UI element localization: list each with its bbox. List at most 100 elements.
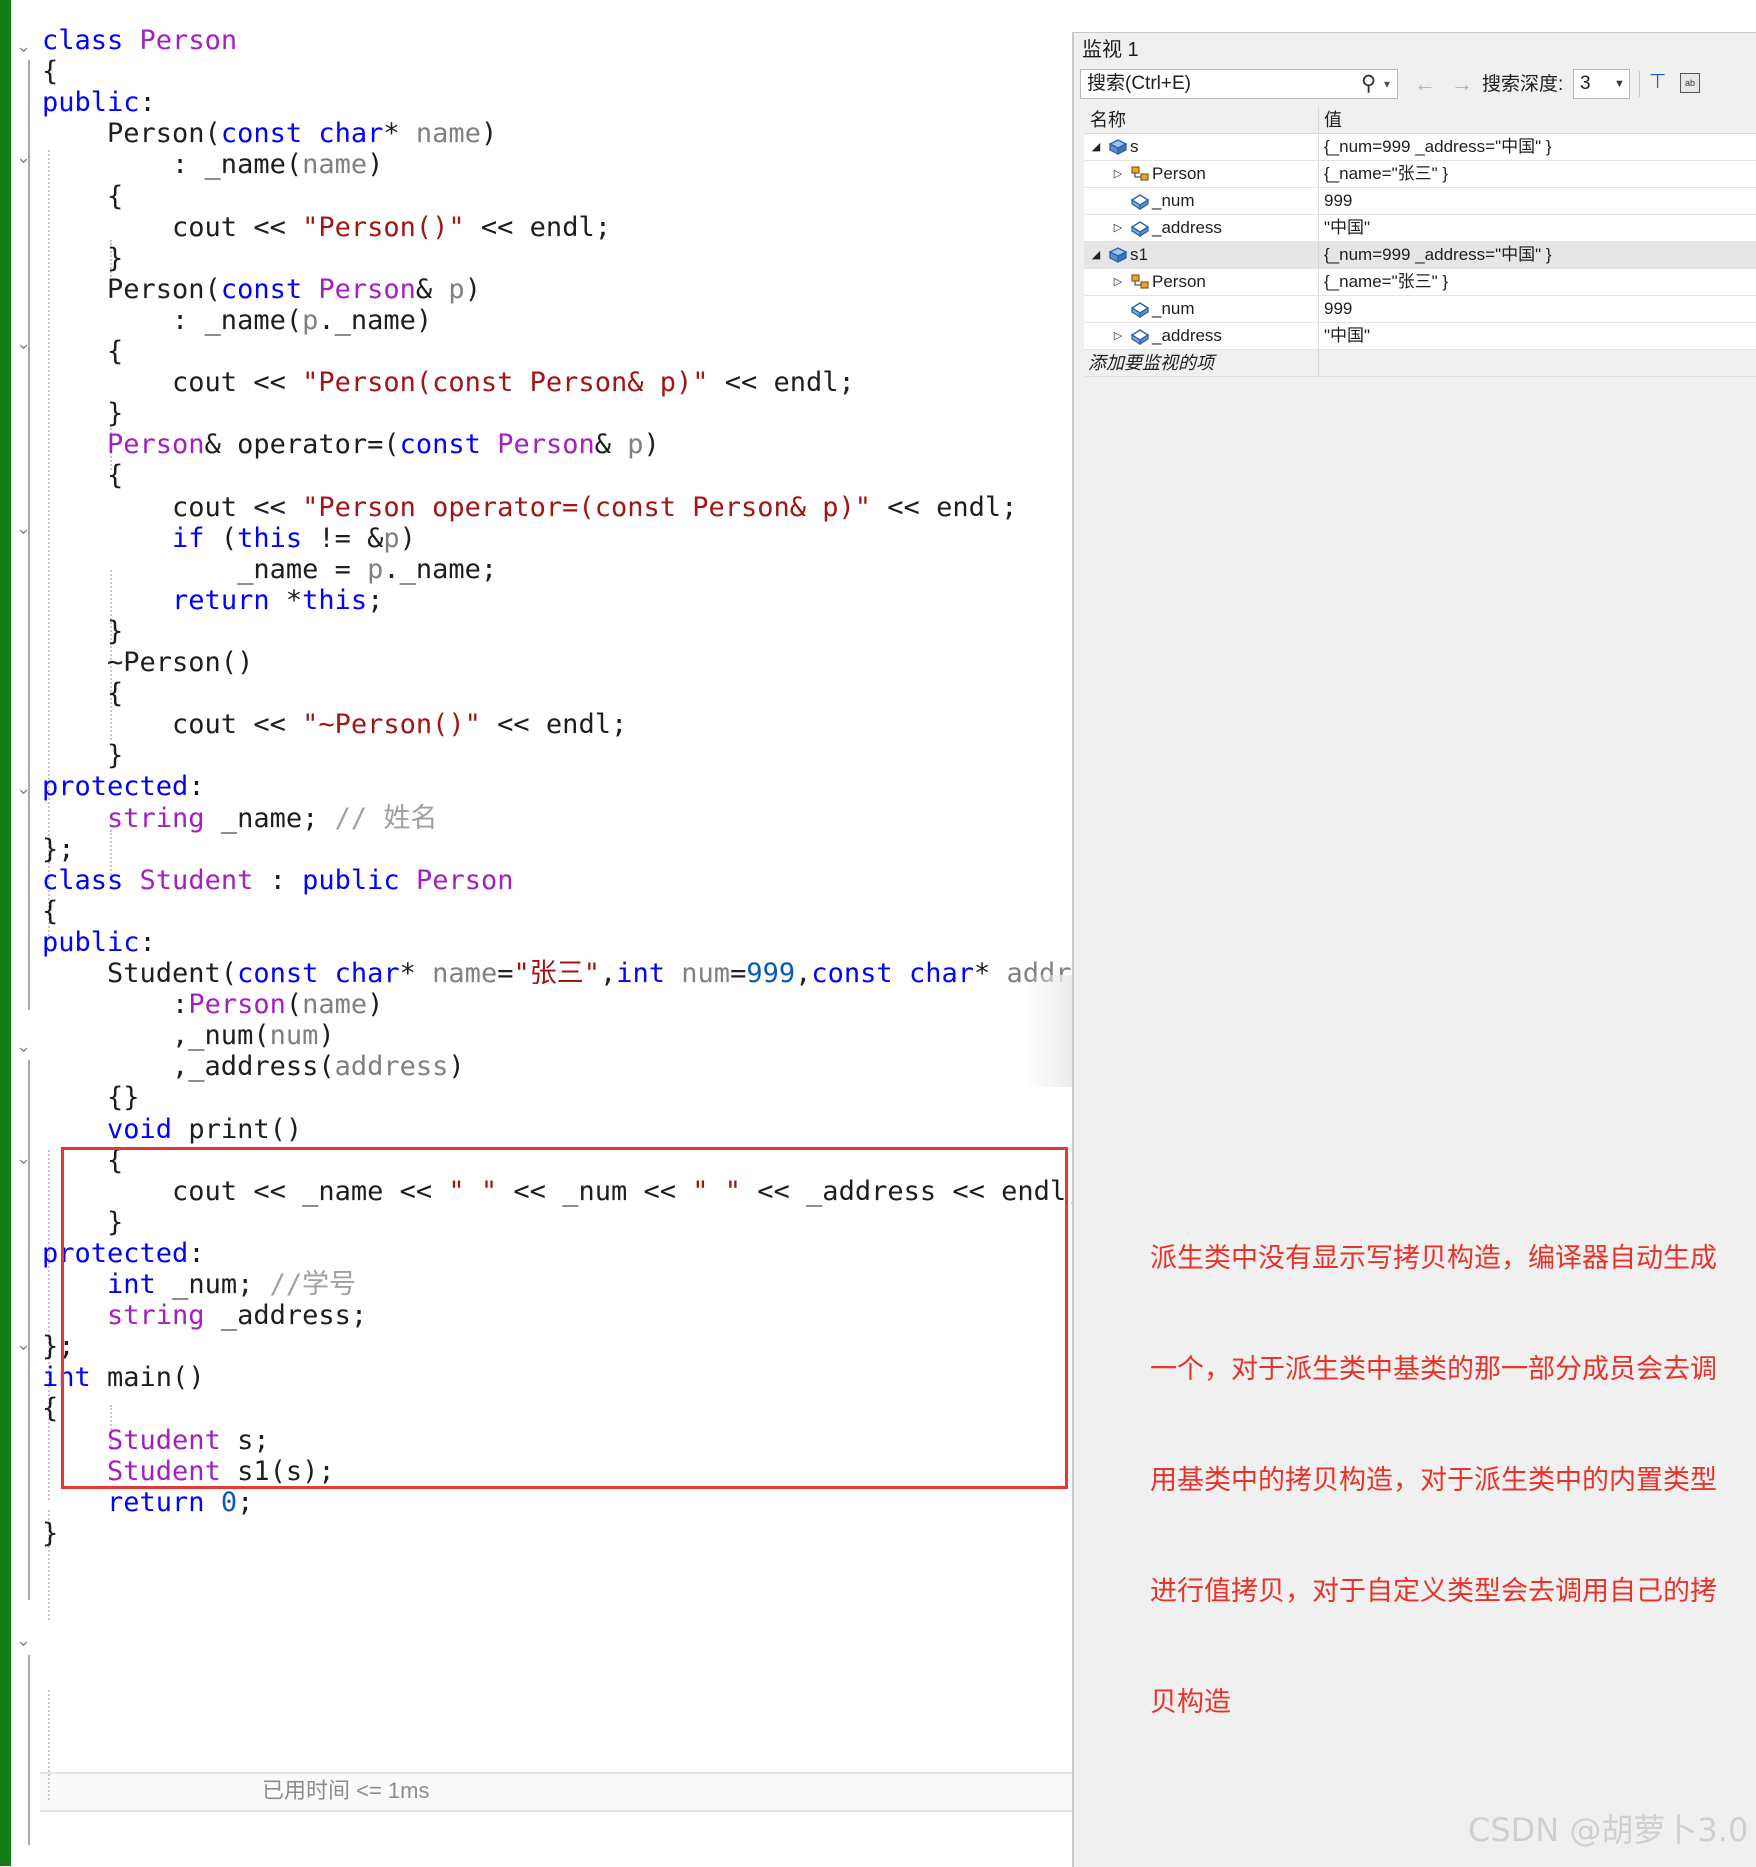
code-editor[interactable]: ⌄ ⌄ ⌄ ⌄ ⌄ ⌄ ⌄ ⌄ ⌄ class Person{public: P… xyxy=(0,0,1072,1866)
code-token: ) xyxy=(399,522,416,554)
watch-row[interactable]: ▷ _address "中国" xyxy=(1084,215,1756,242)
watch-variable-name[interactable]: _address xyxy=(1152,215,1222,241)
code-token: Person xyxy=(139,25,238,56)
column-separator xyxy=(1318,215,1319,241)
chevron-down-icon: ▼ xyxy=(1614,78,1625,90)
code-token: Student( xyxy=(42,958,238,989)
arrow-left-icon[interactable]: ← xyxy=(1414,69,1436,99)
watch-row[interactable]: ▷ Person {_name="张三" } xyxy=(1084,161,1756,188)
watch-row[interactable]: ◢ s {_num=999 _address="中国" } xyxy=(1084,134,1756,161)
code-line[interactable]: cout << "~Person()" << endl; xyxy=(42,706,627,743)
add-watch-item-text[interactable]: 添加要监视的项 xyxy=(1088,350,1214,376)
code-line[interactable]: string _name; // 姓名 xyxy=(42,800,437,837)
fold-chevron-icon[interactable]: ⌄ xyxy=(16,38,34,56)
expand-arrow-icon[interactable]: ◢ xyxy=(1090,134,1102,160)
watch-variable-value[interactable]: {_num=999 _address="中国" } xyxy=(1324,134,1552,160)
search-icon[interactable]: ⚲ xyxy=(1361,71,1376,97)
expand-arrow-icon[interactable]: ▷ xyxy=(1112,161,1124,187)
code-token: name xyxy=(302,989,368,1021)
column-header-name[interactable]: 名称 xyxy=(1090,107,1126,133)
code-token: << endl; xyxy=(708,367,855,399)
fold-chevron-icon[interactable]: ⌄ xyxy=(16,149,34,167)
watch-variable-name[interactable]: s1 xyxy=(1130,242,1148,268)
watch-row[interactable]: ▷ _address "中国" xyxy=(1084,323,1756,350)
code-token: } xyxy=(42,1517,59,1549)
fold-chevron-icon[interactable]: ⌄ xyxy=(16,1038,34,1056)
column-separator[interactable] xyxy=(1318,107,1319,133)
annotation-line: 贝构造 xyxy=(1150,1687,1231,1718)
code-token: : _name( xyxy=(42,304,303,336)
code-line[interactable]: class Student : public Person xyxy=(42,862,513,899)
fold-chevron-icon[interactable]: ⌄ xyxy=(16,780,34,798)
code-token: 999 xyxy=(746,958,796,989)
base-class-icon xyxy=(1130,164,1150,184)
column-header-value[interactable]: 值 xyxy=(1324,107,1342,133)
code-token: : xyxy=(253,864,303,896)
watch-variable-value[interactable]: {_num=999 _address="中国" } xyxy=(1324,242,1552,268)
fold-chevron-icon[interactable]: ⌄ xyxy=(16,1632,34,1650)
watch-search-box[interactable]: ⚲ ▾ xyxy=(1080,69,1398,99)
code-line[interactable]: } xyxy=(42,1515,58,1552)
column-separator xyxy=(1318,242,1319,268)
watch-variable-name[interactable]: _num xyxy=(1152,296,1195,322)
code-token: return xyxy=(172,584,270,616)
watch-row[interactable]: _num 999 xyxy=(1084,296,1756,323)
code-line[interactable]: cout << "Person()" << endl; xyxy=(42,209,611,246)
expand-arrow-icon[interactable]: ▷ xyxy=(1112,323,1124,349)
code-line[interactable]: cout << "Person(const Person& p)" << end… xyxy=(42,364,855,401)
search-depth-select[interactable]: 3 ▼ xyxy=(1573,69,1630,99)
arrow-right-icon[interactable]: → xyxy=(1451,69,1473,99)
code-token: _name = xyxy=(42,553,368,585)
code-line[interactable]: class Person xyxy=(42,22,237,59)
fold-chevron-icon[interactable]: ⌄ xyxy=(16,520,34,538)
expand-arrow-icon[interactable]: ◢ xyxy=(1090,242,1102,268)
watch-variable-value[interactable]: "中国" xyxy=(1324,215,1370,241)
watch-variable-name[interactable]: _num xyxy=(1152,188,1195,214)
watch-search-input[interactable] xyxy=(1081,70,1357,98)
watch-variable-value[interactable]: "中国" xyxy=(1324,323,1370,349)
watch-variable-name[interactable]: _address xyxy=(1152,323,1222,349)
code-token: ) xyxy=(367,989,384,1021)
watch-variable-value[interactable]: {_name="张三" } xyxy=(1324,161,1448,187)
add-watch-row[interactable]: 添加要监视的项 xyxy=(1084,350,1756,377)
code-token: } xyxy=(42,740,124,772)
code-token: ) xyxy=(367,149,384,181)
pin-icon[interactable]: ⊤ xyxy=(1649,67,1666,97)
watch-variable-name[interactable]: Person xyxy=(1152,269,1206,295)
chevron-down-icon[interactable]: ▾ xyxy=(1384,74,1390,94)
code-token: != & xyxy=(302,522,384,554)
hex-display-icon[interactable]: ab xyxy=(1680,73,1700,93)
fold-chevron-icon[interactable]: ⌄ xyxy=(16,1336,34,1354)
code-token: _name; xyxy=(204,802,335,834)
fold-chevron-icon[interactable]: ⌄ xyxy=(16,335,34,353)
annotation-line: 一个，对于派生类中基类的那一部分成员会去调 xyxy=(1150,1354,1717,1385)
watch-variable-value[interactable]: 999 xyxy=(1324,296,1352,322)
code-token: "Person operator=(const Person& p)" xyxy=(302,491,872,523)
code-token: "张三" xyxy=(513,958,600,989)
code-token: num xyxy=(269,1020,319,1052)
code-line[interactable]: return 0; xyxy=(42,1484,253,1521)
code-token: * xyxy=(399,958,433,989)
code-token: ) xyxy=(643,429,660,461)
watch-variable-value[interactable]: {_name="张三" } xyxy=(1324,269,1448,295)
change-tracking-bar xyxy=(0,0,11,1866)
watch-variable-name[interactable]: Person xyxy=(1152,161,1206,187)
expand-arrow-icon[interactable]: ▷ xyxy=(1112,215,1124,241)
watch-variable-value[interactable]: 999 xyxy=(1324,188,1352,214)
code-line[interactable]: Person& operator=(const Person& p) xyxy=(42,426,660,463)
code-token: * xyxy=(383,118,416,150)
column-separator xyxy=(1318,188,1319,214)
watch-row[interactable]: ◢ s1 {_num=999 _address="中国" } xyxy=(1084,242,1756,269)
code-token: public xyxy=(42,87,140,119)
code-token: cout << xyxy=(42,709,303,741)
expand-arrow-icon[interactable]: ▷ xyxy=(1112,269,1124,295)
code-token: cout << xyxy=(42,491,303,523)
watch-variable-name[interactable]: s xyxy=(1130,134,1139,160)
watch-row[interactable]: _num 999 xyxy=(1084,188,1756,215)
watch-row[interactable]: ▷ Person {_name="张三" } xyxy=(1084,269,1756,296)
fold-chevron-icon[interactable]: ⌄ xyxy=(16,1150,34,1168)
